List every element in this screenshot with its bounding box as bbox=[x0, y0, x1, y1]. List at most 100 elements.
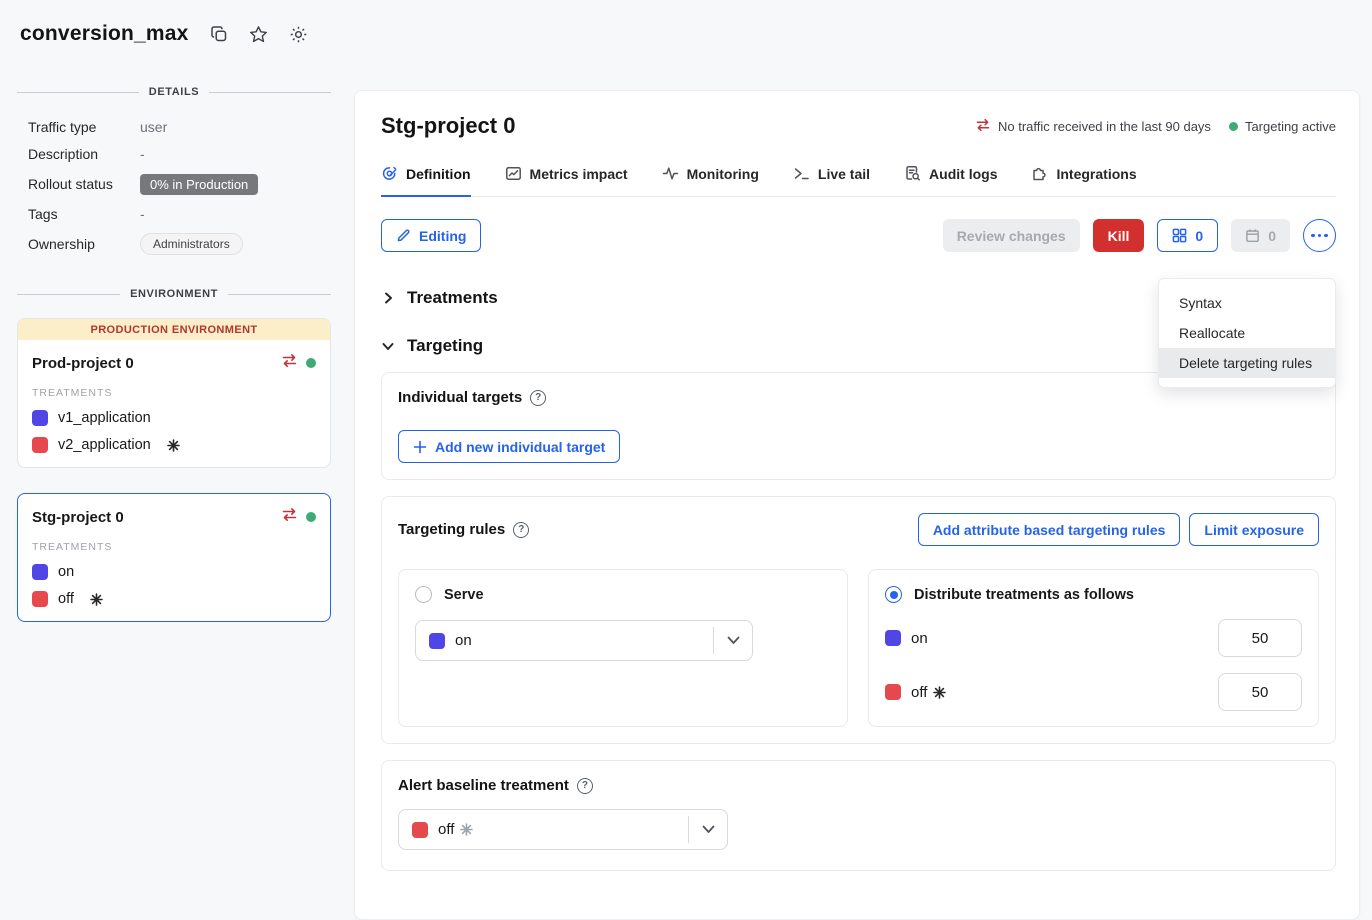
detail-row-description: Description - bbox=[17, 143, 331, 165]
limit-exposure-label: Limit exposure bbox=[1204, 522, 1304, 538]
details-heading: DETAILS bbox=[17, 86, 331, 98]
help-icon[interactable]: ? bbox=[513, 522, 529, 538]
detail-row-ownership: Ownership Administrators bbox=[17, 230, 331, 258]
favorite-button[interactable] bbox=[249, 24, 269, 44]
main-panel: Stg-project 0 No traffic received in the… bbox=[354, 90, 1360, 920]
distribute-radio[interactable] bbox=[885, 586, 902, 603]
default-treatment-icon bbox=[933, 686, 946, 699]
plus-icon bbox=[413, 440, 427, 454]
rules-count-button[interactable]: 0 bbox=[1157, 219, 1218, 252]
copy-icon bbox=[210, 25, 228, 43]
environment-heading-label: ENVIRONMENT bbox=[130, 288, 218, 300]
divider bbox=[209, 92, 331, 93]
tab-label: Definition bbox=[406, 166, 471, 182]
copy-button[interactable] bbox=[209, 24, 229, 44]
page-title: Stg-project 0 bbox=[381, 113, 975, 139]
detail-row-tags: Tags - bbox=[17, 203, 331, 225]
limit-exposure-button[interactable]: Limit exposure bbox=[1189, 513, 1319, 546]
rules-count: 0 bbox=[1195, 228, 1203, 244]
environment-active-dot bbox=[306, 512, 316, 522]
live-tail-icon bbox=[793, 165, 810, 182]
treatment-color-swatch bbox=[885, 684, 901, 700]
divider bbox=[17, 92, 139, 93]
add-individual-target-label: Add new individual target bbox=[435, 439, 605, 455]
tab-label: Live tail bbox=[818, 166, 870, 182]
help-icon[interactable]: ? bbox=[577, 778, 593, 794]
distribute-row-on: on bbox=[885, 619, 1302, 657]
editing-button[interactable]: Editing bbox=[381, 219, 481, 252]
treatments-section-title: Treatments bbox=[407, 288, 498, 308]
details-heading-label: DETAILS bbox=[149, 86, 199, 98]
alert-baseline-select[interactable]: off bbox=[398, 809, 728, 850]
menu-item-reallocate[interactable]: Reallocate bbox=[1159, 318, 1335, 348]
tab-live-tail[interactable]: Live tail bbox=[793, 165, 870, 197]
targeting-active-dot bbox=[1229, 122, 1238, 131]
traffic-warning-icon bbox=[281, 507, 298, 527]
treatment-name: off bbox=[58, 591, 74, 607]
treatment-color-swatch bbox=[32, 564, 48, 580]
targeting-rules-panel: Targeting rules ? Add attribute based ta… bbox=[381, 496, 1336, 744]
treatment-color-swatch bbox=[429, 633, 445, 649]
divider bbox=[17, 294, 120, 295]
treatment-row: v1_application bbox=[32, 410, 316, 426]
tab-label: Monitoring bbox=[687, 166, 759, 182]
calendar-icon bbox=[1245, 228, 1260, 243]
tab-definition[interactable]: Definition bbox=[381, 165, 471, 197]
review-changes-button[interactable]: Review changes bbox=[943, 219, 1080, 252]
add-individual-target-button[interactable]: Add new individual target bbox=[398, 430, 620, 463]
distribute-row-off: off bbox=[885, 673, 1302, 711]
detail-row-rollout-status: Rollout status 0% in Production bbox=[17, 170, 331, 198]
default-treatment-icon bbox=[167, 439, 180, 452]
flag-name-title: conversion_max bbox=[20, 22, 189, 46]
targeting-active-status: Targeting active bbox=[1229, 119, 1336, 134]
detail-label: Traffic type bbox=[28, 119, 140, 135]
tab-audit-logs[interactable]: Audit logs bbox=[904, 165, 997, 197]
editing-label: Editing bbox=[419, 228, 466, 244]
review-changes-label: Review changes bbox=[957, 228, 1066, 244]
tab-label: Integrations bbox=[1056, 166, 1136, 182]
environment-name: Prod-project 0 bbox=[32, 355, 281, 372]
kill-label: Kill bbox=[1108, 228, 1130, 244]
add-attribute-rules-button[interactable]: Add attribute based targeting rules bbox=[918, 513, 1181, 546]
rollout-status-badge: 0% in Production bbox=[140, 174, 258, 195]
menu-item-syntax[interactable]: Syntax bbox=[1159, 288, 1335, 318]
kill-button[interactable]: Kill bbox=[1093, 219, 1145, 252]
alert-baseline-panel: Alert baseline treatment ? off bbox=[381, 760, 1336, 871]
schedule-count-button[interactable]: 0 bbox=[1231, 219, 1290, 252]
detail-value: - bbox=[140, 146, 145, 162]
serve-radio[interactable] bbox=[415, 586, 432, 603]
treatment-row: v2_application bbox=[32, 437, 316, 453]
detail-label: Tags bbox=[28, 206, 140, 222]
treatment-color-swatch bbox=[412, 822, 428, 838]
traffic-warning-icon bbox=[975, 118, 991, 135]
treatment-name: off bbox=[911, 684, 927, 701]
help-icon[interactable]: ? bbox=[530, 390, 546, 406]
serve-selected-value: on bbox=[455, 632, 472, 649]
tab-metrics-impact[interactable]: Metrics impact bbox=[505, 165, 628, 197]
ownership-pill[interactable]: Administrators bbox=[140, 233, 243, 255]
chevron-down-icon bbox=[714, 636, 752, 645]
serve-treatment-select[interactable]: on bbox=[415, 620, 753, 661]
chevron-down-icon bbox=[381, 339, 395, 353]
treatment-color-swatch bbox=[885, 630, 901, 646]
percentage-input-on[interactable] bbox=[1218, 619, 1302, 657]
tab-integrations[interactable]: Integrations bbox=[1031, 165, 1136, 197]
targeting-active-text: Targeting active bbox=[1245, 119, 1336, 134]
tab-monitoring[interactable]: Monitoring bbox=[662, 165, 759, 197]
detail-value: user bbox=[140, 119, 167, 135]
percentage-input-off[interactable] bbox=[1218, 673, 1302, 711]
settings-button[interactable] bbox=[289, 24, 309, 44]
individual-targets-panel: Individual targets ? Add new individual … bbox=[381, 372, 1336, 480]
treatment-name: v1_application bbox=[58, 410, 151, 426]
alert-baseline-selected-value: off bbox=[438, 821, 454, 838]
menu-item-delete-targeting-rules[interactable]: Delete targeting rules bbox=[1159, 348, 1335, 378]
metrics-impact-icon bbox=[505, 165, 522, 182]
environment-card-prod[interactable]: PRODUCTION ENVIRONMENT Prod-project 0 TR… bbox=[17, 318, 331, 468]
environment-card-stg[interactable]: Stg-project 0 TREATMENTS on bbox=[17, 493, 331, 622]
treatment-name: on bbox=[911, 630, 928, 647]
traffic-warning-text: No traffic received in the last 90 days bbox=[998, 119, 1211, 134]
add-attribute-rules-label: Add attribute based targeting rules bbox=[933, 522, 1166, 538]
environment-heading: ENVIRONMENT bbox=[17, 288, 331, 300]
definition-icon bbox=[381, 165, 398, 182]
more-actions-button[interactable] bbox=[1303, 219, 1336, 252]
